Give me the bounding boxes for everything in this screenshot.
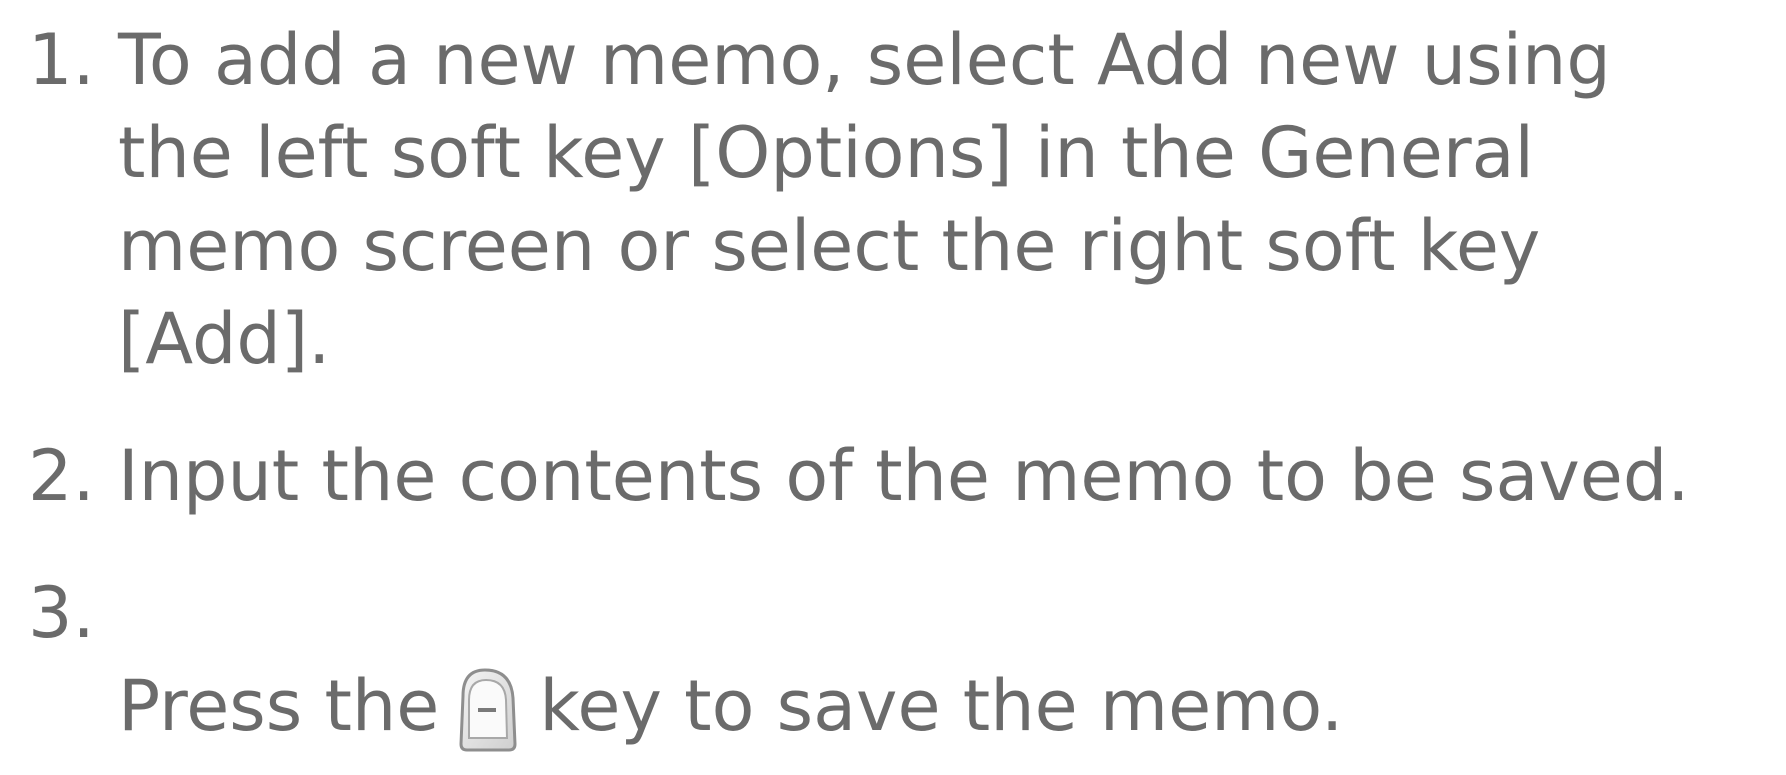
- step-text-before-key: Press the: [118, 665, 440, 747]
- step-number: 2.: [28, 435, 95, 517]
- step-3: 3. Press the key to save the memo.: [28, 567, 1773, 753]
- step-text: To add a new memo, select Add new using …: [118, 19, 1611, 380]
- step-1: 1. To add a new memo, select Add new usi…: [28, 14, 1773, 386]
- step-text-after-key: key to save the memo.: [539, 665, 1344, 747]
- step-text: Input the contents of the memo to be sav…: [118, 435, 1690, 517]
- step-number: 3.: [28, 572, 95, 654]
- step-text: Press the key to save the memo.: [118, 567, 1343, 753]
- left-soft-key-icon: [455, 666, 519, 752]
- step-2: 2. Input the contents of the memo to be …: [28, 430, 1773, 523]
- step-number: 1.: [28, 19, 95, 101]
- instruction-steps: 1. To add a new memo, select Add new usi…: [28, 14, 1773, 753]
